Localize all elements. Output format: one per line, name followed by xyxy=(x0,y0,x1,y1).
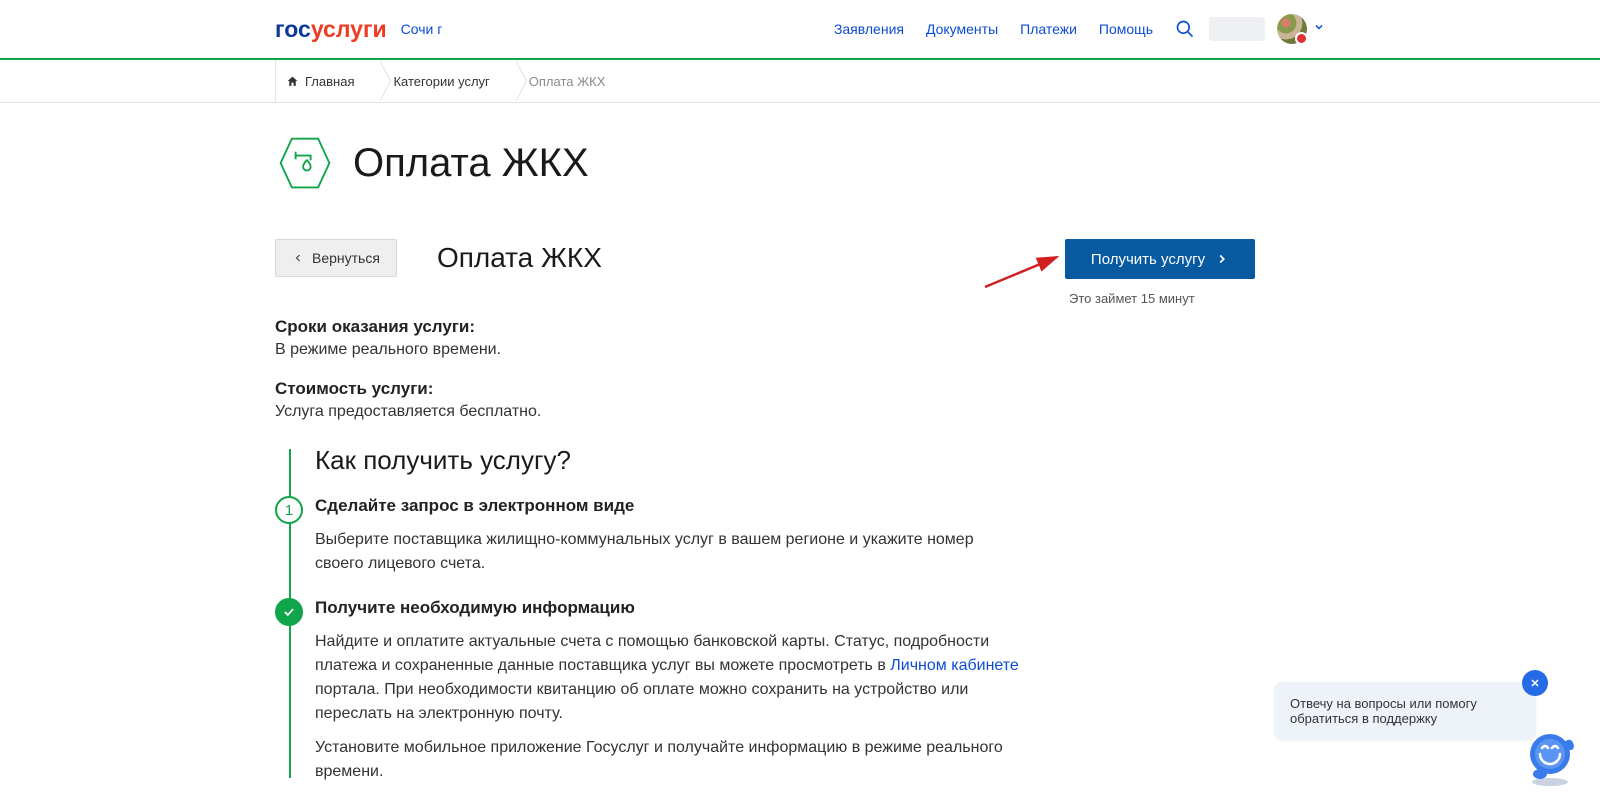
home-icon xyxy=(286,75,299,88)
service-duration-label: Сроки оказания услуги: xyxy=(275,317,1025,337)
nav-help[interactable]: Помощь xyxy=(1099,21,1153,37)
back-button-label: Вернуться xyxy=(312,250,380,266)
service-cost-value: Услуга предоставляется бесплатно. xyxy=(275,403,1025,421)
breadcrumb-current: Оплата ЖКХ xyxy=(515,60,631,102)
city-selector[interactable]: Сочи г xyxy=(401,21,443,37)
personal-account-link[interactable]: Личном кабинете xyxy=(890,657,1019,674)
nav-payments[interactable]: Платежи xyxy=(1020,21,1077,37)
chat-tooltip: Отвечу на вопросы или помогу обратиться … xyxy=(1274,682,1536,740)
step-1: 1 Сделайте запрос в электронном виде Выб… xyxy=(315,496,1025,576)
breadcrumb-categories-label: Категории услуг xyxy=(393,74,489,89)
service-cost: Стоимость услуги: Услуга предоставляется… xyxy=(275,379,1025,421)
section-title: Оплата ЖКХ xyxy=(437,242,602,274)
page-content: Оплата ЖКХ Вернуться Оплата ЖКХ Сроки ок… xyxy=(275,103,1325,806)
back-button[interactable]: Вернуться xyxy=(275,239,397,277)
service-duration-value: В режиме реального времени. xyxy=(275,341,1025,359)
step-2-title: Получите необходимую информацию xyxy=(315,598,1025,618)
site-logo[interactable]: госуслуги xyxy=(275,16,387,43)
step-2-body-2: Установите мобильное приложение Госуслуг… xyxy=(315,736,1025,784)
step-1-body: Выберите поставщика жилищно-коммунальных… xyxy=(315,528,1025,576)
steps-timeline: Как получить услугу? 1 Сделайте запрос в… xyxy=(275,445,1025,784)
breadcrumb-current-label: Оплата ЖКХ xyxy=(529,74,606,89)
step-2-body: Найдите и оплатите актуальные счета с по… xyxy=(315,630,1025,726)
get-service-button[interactable]: Получить услугу xyxy=(1065,239,1255,279)
nav-documents[interactable]: Документы xyxy=(926,21,998,37)
step-1-marker: 1 xyxy=(275,496,303,524)
user-menu-chevron[interactable] xyxy=(1313,20,1325,38)
service-cost-label: Стоимость услуги: xyxy=(275,379,1025,399)
breadcrumb-bar: Главная Категории услуг Оплата ЖКХ xyxy=(0,60,1600,103)
get-service-label: Получить услугу xyxy=(1091,251,1205,268)
notification-box[interactable] xyxy=(1209,17,1265,41)
service-duration: Сроки оказания услуги: В режиме реальног… xyxy=(275,317,1025,359)
chat-bot-icon[interactable] xyxy=(1518,724,1582,788)
breadcrumb-home-label: Главная xyxy=(305,74,354,89)
nav-applications[interactable]: Заявления xyxy=(834,21,904,37)
steps-heading: Как получить услугу? xyxy=(315,445,1025,476)
page-title: Оплата ЖКХ xyxy=(353,141,589,186)
notification-dot xyxy=(1295,32,1308,45)
step-1-title: Сделайте запрос в электронном виде xyxy=(315,496,1025,516)
step-2-marker xyxy=(275,598,303,626)
breadcrumb-categories[interactable]: Категории услуг xyxy=(379,60,514,102)
chat-widget: Отвечу на вопросы или помогу обратиться … xyxy=(1518,724,1582,788)
user-avatar[interactable] xyxy=(1277,14,1307,44)
chat-close-button[interactable] xyxy=(1522,670,1548,696)
duration-note: Это займет 15 минут xyxy=(1069,291,1325,306)
utility-icon xyxy=(275,133,335,193)
scroll-indicator xyxy=(1594,0,1599,90)
step-2: Получите необходимую информацию Найдите … xyxy=(315,598,1025,784)
chat-tooltip-text: Отвечу на вопросы или помогу обратиться … xyxy=(1290,696,1477,726)
header: госуслуги Сочи г Заявления Документы Пла… xyxy=(275,0,1325,58)
search-icon[interactable] xyxy=(1175,19,1195,39)
action-panel: Получить услугу Это займет 15 минут xyxy=(1065,239,1325,306)
breadcrumb-home[interactable]: Главная xyxy=(275,60,379,102)
